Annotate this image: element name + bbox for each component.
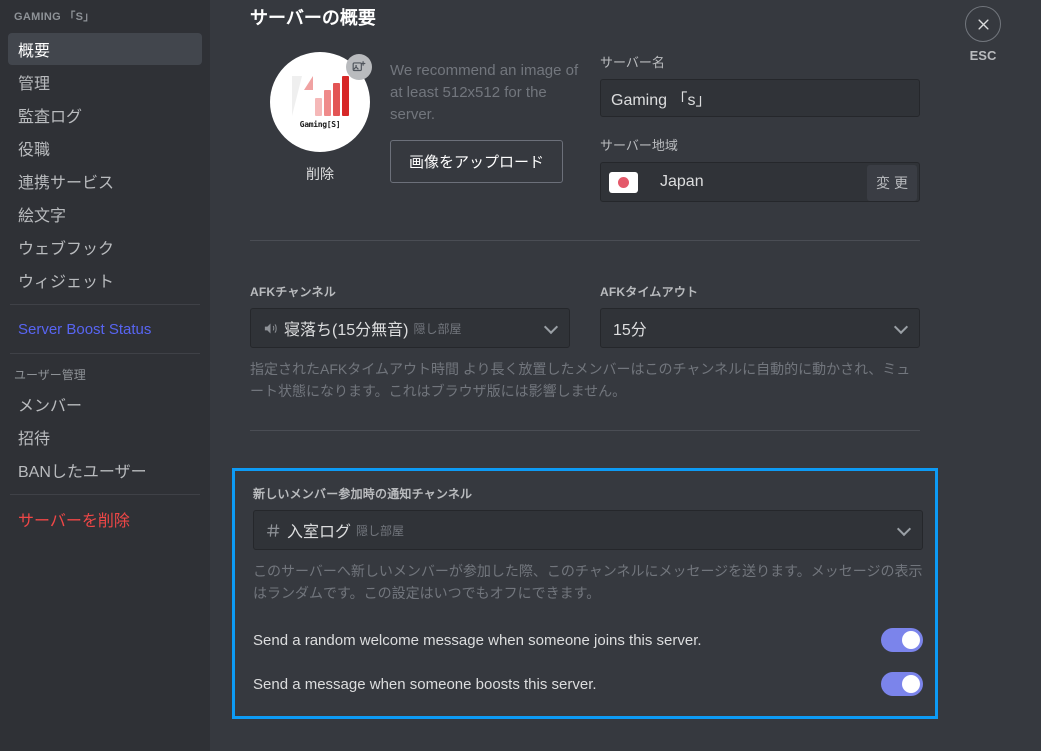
chevron-down-icon — [895, 322, 907, 334]
sidebar-item-label: ウィジェット — [18, 274, 115, 291]
sidebar-item-label: メンバー — [18, 398, 83, 415]
sidebar-item-label: 役職 — [18, 142, 51, 159]
japan-flag-icon — [609, 171, 638, 193]
sidebar-item-invites[interactable]: 招待 — [8, 421, 202, 453]
welcome-channel-value: 入室ログ — [287, 524, 352, 541]
sidebar-item-label: BANしたユーザー — [18, 464, 147, 481]
sidebar-item-server-boost-status[interactable]: Server Boost Status — [8, 313, 202, 345]
overview-content: Gaming[S] 削除 We recommend an image of at… — [232, 52, 938, 751]
server-region-field[interactable]: Japan 変 更 — [600, 162, 920, 202]
change-region-label-line2: 更 — [894, 174, 908, 191]
sidebar-item-label: サーバーを削除 — [18, 513, 130, 530]
sidebar-item-members[interactable]: メンバー — [8, 388, 202, 420]
boost-message-label: Send a message when someone boosts this … — [253, 675, 597, 693]
remove-icon-button[interactable]: 削除 — [306, 164, 334, 184]
server-name-value: Gaming 「s」 — [611, 92, 712, 109]
boost-message-toggle[interactable] — [881, 672, 923, 696]
afk-section: AFKチャンネル 寝落ち(15分無音) 隠し部屋 AFKタイムアウト 15分 — [250, 283, 920, 348]
sidebar-divider — [10, 494, 200, 495]
chevron-down-icon — [545, 322, 557, 334]
afk-timeout-column: AFKタイムアウト 15分 — [600, 283, 920, 348]
welcome-settings-panel: 新しいメンバー参加時の通知チャンネル 入室ログ 隠し部屋 このサーバーへ新しいメ… — [232, 468, 938, 719]
add-image-icon[interactable] — [346, 54, 372, 80]
sidebar-item-label: 絵文字 — [18, 208, 67, 225]
welcome-channel-sub: 隠し部屋 — [356, 523, 405, 538]
change-region-label-line1: 変 — [876, 174, 890, 191]
boost-message-row: Send a message when someone boosts this … — [253, 662, 923, 706]
sidebar-server-name: GAMING 「S」 — [14, 11, 95, 23]
welcome-channel-label: 新しいメンバー参加時の通知チャンネル — [253, 487, 473, 501]
chevron-down-icon — [898, 524, 910, 536]
server-region-label: サーバー地域 — [600, 138, 678, 153]
esc-label: ESC — [969, 48, 997, 63]
afk-channel-value: 寝落ち(15分無音) — [284, 322, 409, 339]
server-name-label: サーバー名 — [600, 55, 665, 70]
sidebar-item-label: 招待 — [18, 431, 51, 448]
sidebar-item-emoji[interactable]: 絵文字 — [8, 198, 202, 230]
logo-bar-3 — [332, 82, 340, 116]
logo-bar-2 — [323, 89, 331, 116]
image-recommendation-text: We recommend an image of at least 512x51… — [390, 62, 579, 123]
welcome-channel-select[interactable]: 入室ログ 隠し部屋 — [253, 510, 923, 550]
sidebar-group-user-management: ユーザー管理 — [14, 368, 86, 382]
sidebar-item-overview[interactable]: 概要 — [8, 33, 202, 65]
section-divider-2 — [250, 430, 920, 431]
server-logo-graphic — [291, 75, 349, 116]
server-region-value: Japan — [660, 173, 704, 190]
server-icon-column: Gaming[S] 削除 — [250, 52, 390, 184]
upload-image-button[interactable]: 画像をアップロード — [390, 140, 564, 183]
welcome-helper-text: このサーバーへ新しいメンバーが参加した際、このチャンネルにメッセージを送ります。… — [253, 563, 923, 601]
upload-column: We recommend an image of at least 512x51… — [390, 52, 590, 184]
sidebar-item-label: ウェブフック — [18, 241, 115, 258]
welcome-random-message-toggle[interactable] — [881, 628, 923, 652]
text-channel-icon — [266, 523, 281, 538]
logo-bar-4 — [341, 75, 349, 116]
afk-timeout-value: 15分 — [613, 322, 647, 339]
welcome-random-message-label: Send a random welcome message when someo… — [253, 631, 702, 649]
afk-channel-column: AFKチャンネル 寝落ち(15分無音) 隠し部屋 — [250, 283, 570, 348]
sidebar-item-bans[interactable]: BANしたユーザー — [8, 454, 202, 486]
afk-channel-select[interactable]: 寝落ち(15分無音) 隠し部屋 — [250, 308, 570, 348]
afk-timeout-label: AFKタイムアウト — [600, 285, 699, 299]
settings-sidebar: GAMING 「S」 概要 管理 監査ログ 役職 連携サービス 絵文字 ウェブフ… — [0, 0, 210, 751]
sidebar-divider — [10, 304, 200, 305]
afk-channel-label: AFKチャンネル — [250, 285, 336, 299]
sidebar-item-delete-server[interactable]: サーバーを削除 — [8, 503, 202, 535]
close-settings-button[interactable]: ESC — [953, 6, 1013, 63]
settings-window: GAMING 「S」 概要 管理 監査ログ 役職 連携サービス 絵文字 ウェブフ… — [0, 0, 1041, 751]
sidebar-item-roles[interactable]: 役職 — [8, 132, 202, 164]
settings-main: サーバーの概要 Gaming[S] 削除 We recommend an ima… — [210, 0, 1041, 751]
sidebar-item-label: 管理 — [18, 76, 51, 93]
server-avatar[interactable]: Gaming[S] — [270, 52, 372, 152]
voice-channel-icon — [263, 321, 278, 336]
change-region-button[interactable]: 変 更 — [867, 165, 917, 201]
sidebar-item-label: 概要 — [18, 43, 51, 60]
section-divider-1 — [250, 240, 920, 241]
sidebar-item-moderation[interactable]: 管理 — [8, 66, 202, 98]
afk-channel-sub: 隠し部屋 — [413, 321, 462, 336]
afk-timeout-select[interactable]: 15分 — [600, 308, 920, 348]
server-name-input[interactable]: Gaming 「s」 — [600, 79, 920, 117]
close-icon — [965, 6, 1001, 42]
sidebar-item-audit-log[interactable]: 監査ログ — [8, 99, 202, 131]
page-title: サーバーの概要 — [250, 8, 376, 28]
sidebar-divider — [10, 353, 200, 354]
server-logo-text: Gaming[S] — [299, 119, 341, 129]
afk-helper-text: 指定されたAFKタイムアウト時間 より長く放置したメンバーはこのチャンネルに自動… — [250, 361, 911, 399]
server-info-form: サーバー名 Gaming 「s」 サーバー地域 Japan 変 更 — [600, 52, 920, 204]
sidebar-item-label: 連携サービス — [18, 175, 115, 192]
sidebar-item-label: 監査ログ — [18, 109, 83, 126]
server-icon-section: Gaming[S] 削除 We recommend an image of at… — [250, 52, 920, 202]
sidebar-item-webhooks[interactable]: ウェブフック — [8, 231, 202, 263]
sidebar-item-label: Server Boost Status — [18, 320, 152, 338]
sidebar-item-integrations[interactable]: 連携サービス — [8, 165, 202, 197]
logo-m-shape — [291, 75, 313, 116]
logo-bar-1 — [314, 97, 322, 116]
sidebar-item-widget[interactable]: ウィジェット — [8, 264, 202, 296]
welcome-random-message-row: Send a random welcome message when someo… — [253, 618, 923, 662]
